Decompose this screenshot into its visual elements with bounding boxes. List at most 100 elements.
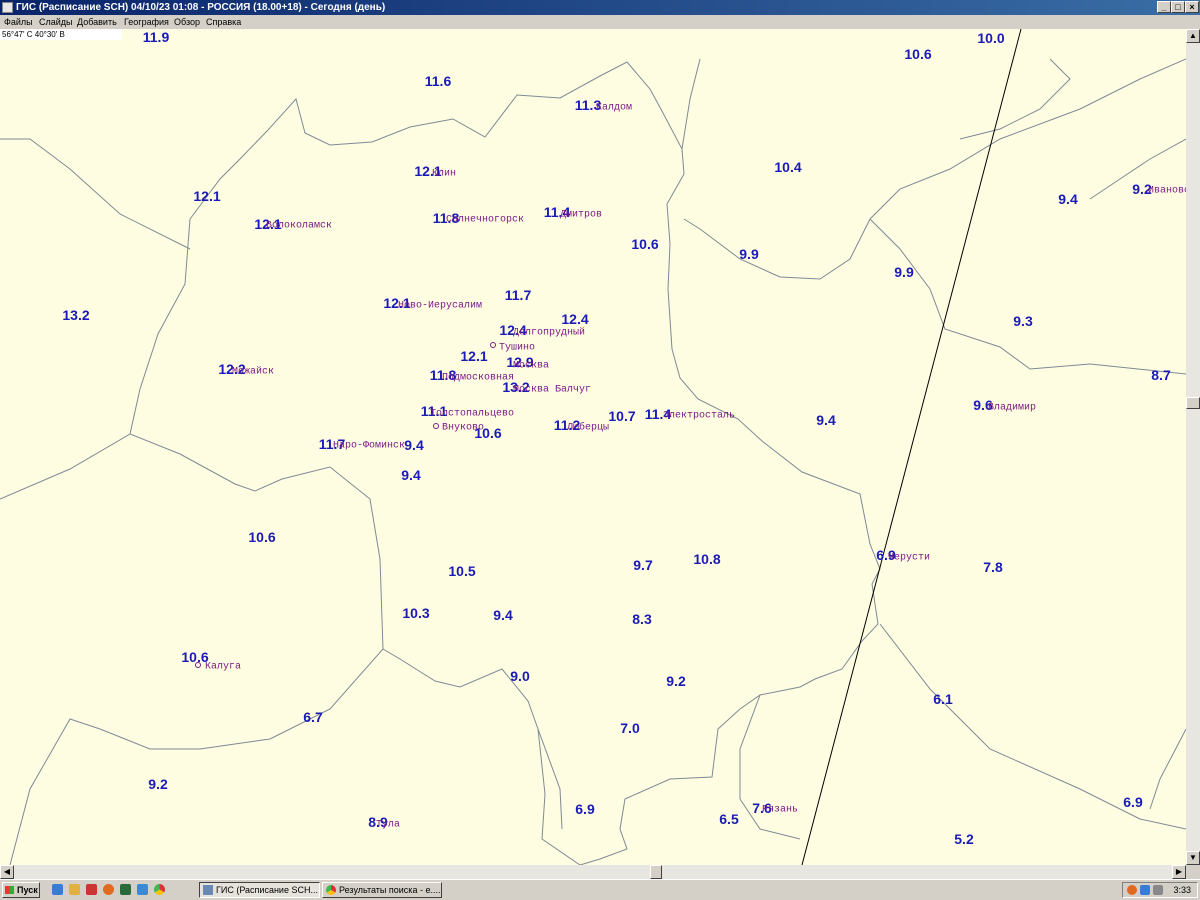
city-label: Электросталь: [663, 410, 736, 422]
map-value: 10.6: [248, 529, 276, 545]
close-button[interactable]: ×: [1185, 1, 1199, 13]
gis-icon: [203, 885, 213, 895]
start-button[interactable]: Пуск: [2, 882, 40, 898]
map-value: 8.3: [632, 611, 652, 627]
map-value: 10.7: [608, 408, 636, 424]
map-value: 7.0: [620, 720, 640, 736]
horizontal-scrollbar[interactable]: ◀ ▶: [0, 865, 1186, 879]
task-gis-label: ГИС (Расписание SCH...: [216, 885, 318, 895]
moscow-oblast-border: [129, 61, 881, 865]
chrome-icon[interactable]: [154, 884, 165, 895]
map-value: 9.4: [493, 607, 513, 623]
scroll-right-button[interactable]: ▶: [1172, 865, 1186, 879]
city-label: Люберцы: [567, 422, 610, 434]
window-title: ГИС (Расписание SCH) 04/10/23 01:08 - РО…: [16, 2, 386, 13]
taskbar: Пуск ГИС (Расписание SCH... Результаты п…: [0, 879, 1200, 900]
menu-add[interactable]: Добавить: [77, 15, 117, 29]
map-value: 10.6: [904, 46, 932, 62]
menu-slides[interactable]: Слайды: [39, 15, 73, 29]
city-label: Можайск: [232, 366, 275, 378]
map-value: 9.2: [666, 673, 686, 689]
app-icon[interactable]: [120, 884, 131, 895]
app-icon: [2, 2, 13, 13]
city-label: Черусти: [888, 552, 931, 564]
map-value: 11.6: [424, 73, 452, 89]
scroll-left-button[interactable]: ◀: [0, 865, 14, 879]
clock[interactable]: 3:33: [1173, 883, 1191, 897]
city-label: Тушино: [499, 342, 536, 354]
scroll-down-button[interactable]: ▼: [1186, 851, 1200, 865]
map-value: 6.9: [1123, 794, 1143, 810]
menu-files[interactable]: Файлы: [4, 15, 33, 29]
title-bar: ГИС (Расписание SCH) 04/10/23 01:08 - РО…: [0, 0, 1200, 15]
map-value: 10.6: [631, 236, 659, 252]
horizontal-scroll-thumb[interactable]: [650, 865, 662, 879]
city-label: Ново-Иерусалим: [398, 300, 483, 312]
city-label: Наро-Фоминск: [333, 440, 406, 452]
menu-view[interactable]: Обзор: [174, 15, 200, 29]
map-value: 9.3: [1013, 313, 1033, 329]
vertical-scroll-thumb[interactable]: [1186, 397, 1200, 409]
map-canvas[interactable]: 56°47' С 40°30' В 11.9 10.0 10.6 11.6 11…: [0, 29, 1186, 865]
menu-bar: Файлы Слайды Добавить География Обзор Сп…: [0, 15, 1200, 29]
task-gis[interactable]: ГИС (Расписание SCH...: [199, 882, 320, 898]
map-value: 6.7: [303, 709, 323, 725]
city-label: Солнечногорск: [446, 214, 525, 226]
app-icon[interactable]: [86, 884, 97, 895]
map-value: 7.8: [983, 559, 1003, 575]
map-value: 12.1: [460, 348, 488, 364]
menu-help[interactable]: Справка: [206, 15, 241, 29]
map-value: 11.9: [142, 29, 170, 45]
city-marker: [490, 342, 496, 348]
city-label: Ивановo: [1148, 185, 1186, 197]
task-search-results[interactable]: Результаты поиска - е....: [322, 882, 442, 898]
map-value: 9.0: [510, 668, 530, 684]
city-label: Толстопальцево: [430, 408, 515, 420]
chrome-icon: [326, 885, 336, 895]
city-label: Клин: [432, 168, 457, 180]
map-value: 10.5: [448, 563, 476, 579]
city-label: Калдом: [596, 102, 633, 114]
city-label: Внуково: [442, 422, 485, 434]
folder-icon[interactable]: [69, 884, 80, 895]
tray-icon[interactable]: [1140, 885, 1150, 895]
section-line: [801, 29, 1022, 865]
firefox-icon[interactable]: [103, 884, 114, 895]
map-value: 9.4: [401, 467, 421, 483]
city-label: Рязань: [762, 804, 799, 816]
scroll-up-button[interactable]: ▲: [1186, 29, 1200, 43]
map-value: 10.8: [693, 551, 721, 567]
menu-geography[interactable]: География: [124, 15, 169, 29]
start-label: Пуск: [17, 885, 38, 895]
system-tray: 3:33: [1122, 882, 1198, 898]
map-value: 9.7: [633, 557, 653, 573]
map-value: 10.4: [774, 159, 802, 175]
city-label: Москва: [513, 360, 550, 372]
map-value: 10.0: [977, 30, 1005, 46]
map-value: 12.1: [193, 188, 221, 204]
city-label: Дмитров: [560, 209, 603, 221]
volume-icon[interactable]: [1153, 885, 1163, 895]
map-value: 9.9: [894, 264, 914, 280]
vertical-scrollbar[interactable]: ▲ ▼: [1186, 29, 1200, 865]
city-label: Волоколамск: [266, 220, 333, 232]
map-value: 6.9: [575, 801, 595, 817]
city-marker: [433, 423, 439, 429]
map-value: 5.2: [954, 831, 974, 847]
map-value: 6.5: [719, 811, 739, 827]
map-value: 12.4: [561, 311, 589, 327]
app-icon[interactable]: [137, 884, 148, 895]
maximize-button[interactable]: □: [1171, 1, 1185, 13]
map-value: 8.7: [1151, 367, 1171, 383]
map-value: 11.7: [504, 287, 532, 303]
coords-readout: 56°47' С 40°30' В: [0, 29, 122, 40]
map-value: 9.4: [404, 437, 424, 453]
map-value: 10.3: [402, 605, 430, 621]
minimize-button[interactable]: _: [1157, 1, 1171, 13]
city-label: Долгопрудный: [513, 327, 586, 339]
windows-logo-icon: [5, 886, 14, 894]
show-desktop-icon[interactable]: [52, 884, 63, 895]
tray-icon[interactable]: [1127, 885, 1137, 895]
map-value: 9.4: [816, 412, 836, 428]
map-value: 9.2: [148, 776, 168, 792]
